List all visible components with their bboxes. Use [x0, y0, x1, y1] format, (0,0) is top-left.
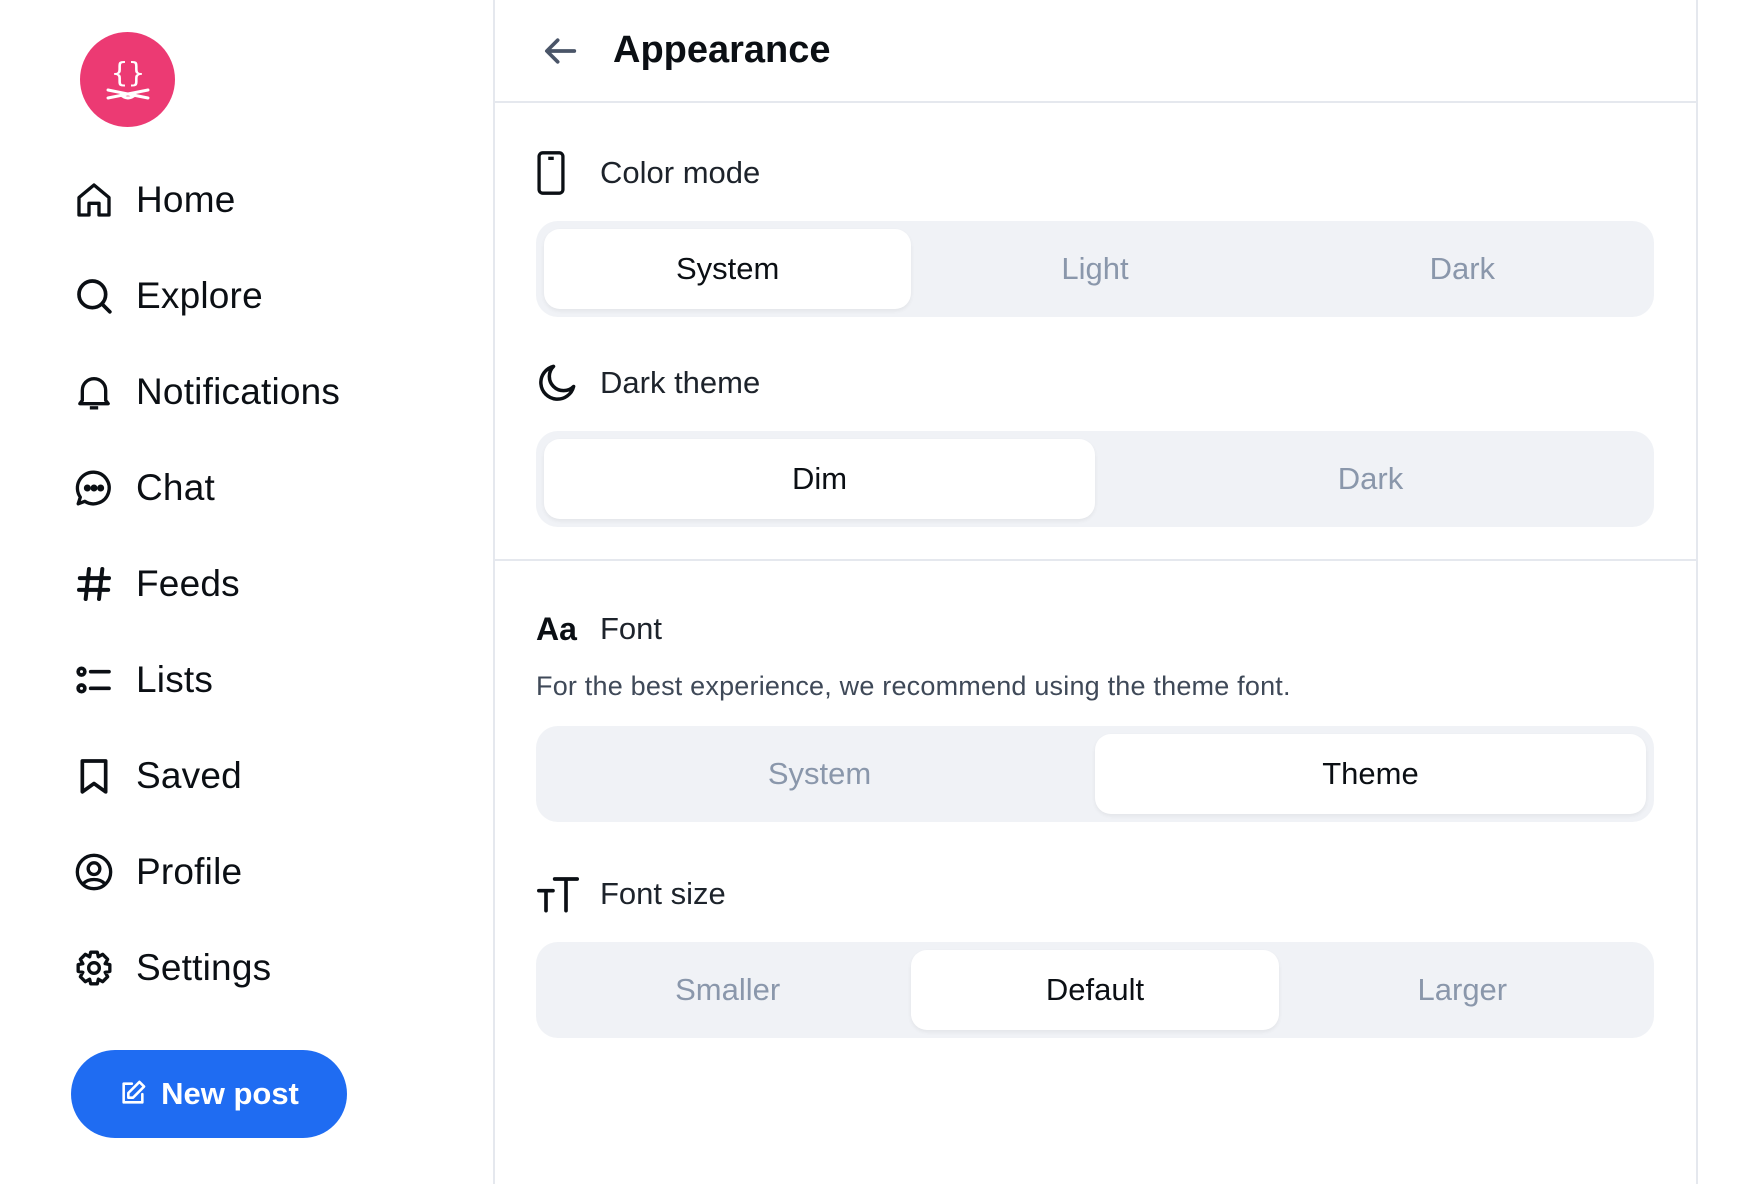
sidebar-item-profile[interactable]: Profile [72, 824, 340, 920]
page-header: Appearance [495, 0, 1696, 103]
edit-icon [119, 1079, 147, 1110]
dark-theme-heading: Dark theme [536, 359, 1654, 407]
font-size-selector: Smaller Default Larger [536, 942, 1654, 1038]
phone-icon [536, 149, 580, 197]
bookmark-icon [72, 754, 116, 798]
sidebar-item-label: Settings [136, 947, 272, 988]
dark-theme-option-dim[interactable]: Dim [544, 439, 1095, 519]
sidebar-item-feeds[interactable]: Feeds [72, 536, 340, 632]
sidebar-item-label: Profile [136, 851, 243, 892]
color-mode-option-dark[interactable]: Dark [1279, 229, 1646, 309]
color-mode-label: Color mode [600, 155, 761, 190]
sidebar-item-chat[interactable]: Chat [72, 440, 340, 536]
butterfly-code-logo-icon: {} [106, 56, 149, 99]
font-selector: System Theme [536, 726, 1654, 822]
moon-icon [536, 359, 580, 407]
font-section: Aa Font For the best experience, we reco… [495, 561, 1696, 1038]
search-icon [72, 274, 116, 318]
sidebar-item-settings[interactable]: Settings [72, 920, 340, 1016]
font-size-label: Font size [600, 876, 726, 911]
color-section: Color mode System Light Dark Dark theme … [495, 103, 1696, 561]
font-option-system[interactable]: System [544, 734, 1095, 814]
font-size-option-default[interactable]: Default [911, 950, 1279, 1030]
font-heading: Aa Font [536, 605, 1654, 653]
font-label: Font [600, 611, 663, 646]
color-mode-heading: Color mode [536, 149, 1654, 197]
font-size-heading: Font size [536, 870, 1654, 918]
app-logo[interactable]: {} [80, 32, 175, 127]
back-arrow-icon[interactable] [537, 27, 585, 75]
sidebar-item-label: Explore [136, 275, 263, 316]
sidebar-item-home[interactable]: Home [72, 152, 340, 248]
font-option-theme[interactable]: Theme [1095, 734, 1646, 814]
main-panel: Appearance Color mode System Light Dark … [495, 0, 1698, 1184]
sidebar-item-notifications[interactable]: Notifications [72, 344, 340, 440]
sidebar-nav: Home Explore Notifications Chat Feeds Li… [72, 152, 340, 1016]
text-size-icon [536, 870, 580, 918]
gear-icon [72, 946, 116, 990]
sidebar-item-label: Lists [136, 659, 214, 700]
sidebar-item-saved[interactable]: Saved [72, 728, 340, 824]
sidebar: {} Home Explore Notifications Chat Feeds… [0, 0, 495, 1184]
color-mode-option-system[interactable]: System [544, 229, 912, 309]
hash-icon [72, 562, 116, 606]
sidebar-item-explore[interactable]: Explore [72, 248, 340, 344]
sidebar-item-label: Chat [136, 467, 215, 508]
font-size-option-larger[interactable]: Larger [1279, 950, 1646, 1030]
sidebar-item-label: Saved [136, 755, 242, 796]
user-circle-icon [72, 850, 116, 894]
chat-bubble-icon [72, 466, 116, 510]
dark-theme-option-dark[interactable]: Dark [1095, 439, 1646, 519]
bell-icon [72, 370, 116, 414]
page-title: Appearance [613, 29, 831, 71]
home-icon [72, 178, 116, 222]
color-mode-option-light[interactable]: Light [911, 229, 1278, 309]
sidebar-item-lists[interactable]: Lists [72, 632, 340, 728]
sidebar-item-label: Home [136, 179, 236, 220]
font-hint: For the best experience, we recommend us… [536, 671, 1291, 701]
sidebar-item-label: Feeds [136, 563, 240, 604]
font-aa-icon: Aa [536, 610, 577, 647]
svg-text:{}: {} [111, 56, 145, 89]
font-size-option-smaller[interactable]: Smaller [544, 950, 911, 1030]
list-icon [72, 658, 116, 702]
dark-theme-selector: Dim Dark [536, 431, 1654, 527]
sidebar-item-label: Notifications [136, 371, 341, 412]
new-post-label: New post [161, 1076, 299, 1111]
dark-theme-label: Dark theme [600, 365, 761, 400]
color-mode-selector: System Light Dark [536, 221, 1654, 317]
new-post-button[interactable]: New post [71, 1050, 347, 1138]
